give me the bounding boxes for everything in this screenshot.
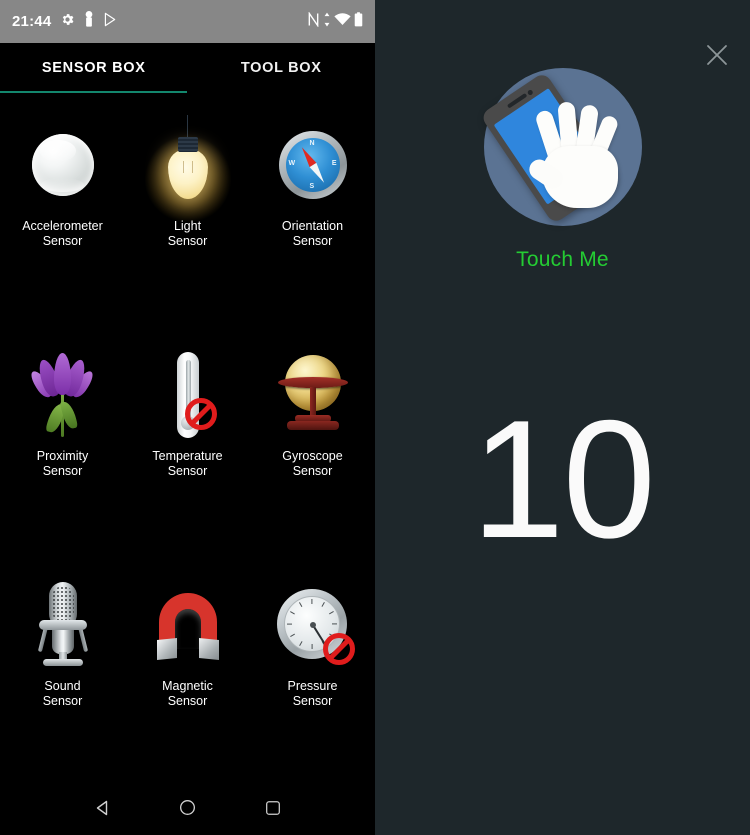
disabled-badge-icon [322, 633, 355, 665]
sensor-label-line2: Sensor [42, 693, 83, 708]
data-transfer-icon [323, 12, 331, 32]
back-icon[interactable] [80, 785, 126, 831]
sensor-label-line2: Sensor [42, 233, 83, 248]
sensor-label-line2: Sensor [167, 463, 208, 478]
sensor-item-accelerometer[interactable]: Accelerometer Sensor [0, 109, 125, 339]
sensor-label-line1: Temperature [152, 449, 223, 463]
sensor-label: Orientation Sensor [282, 219, 343, 248]
battery-icon [354, 11, 363, 32]
sensor-label: Gyroscope Sensor [282, 449, 342, 478]
tab-tool-box[interactable]: TOOL BOX [188, 43, 376, 93]
sensor-label-line2: Sensor [42, 463, 83, 478]
touch-count-value: 10 [471, 385, 656, 573]
gauge-icon [270, 579, 356, 671]
sensor-label-line1: Accelerometer [22, 219, 103, 233]
tab-sensor-box[interactable]: SENSOR BOX [0, 43, 188, 93]
sensor-row: Proximity Sensor Temperature Sensor Gyro… [0, 339, 375, 569]
sensor-label: Proximity Sensor [37, 449, 88, 478]
sensor-label-line1: Orientation [281, 219, 344, 233]
tab-active-indicator [0, 90, 187, 93]
sensor-grid: Accelerometer Sensor Light Sensor N S E … [0, 93, 375, 799]
pin-icon [84, 11, 94, 32]
sensor-label-line1: Gyroscope [282, 449, 343, 463]
sensor-label-line2: Sensor [167, 693, 208, 708]
magnet-icon [145, 579, 231, 671]
sensor-label: Magnetic Sensor [162, 679, 213, 708]
sensor-label: Sound Sensor [43, 679, 83, 708]
lightbulb-icon [143, 115, 232, 223]
sensor-item-orientation[interactable]: N S E W Orientation Sensor [250, 109, 375, 339]
phone-panel: 21:44 SENSOR BOX TOOL BOX Accelerometer … [0, 0, 375, 835]
sensor-label: Accelerometer Sensor [22, 219, 103, 248]
nfc-icon [307, 10, 320, 32]
flower-icon [20, 349, 106, 441]
sensor-row: Sound Sensor Magnetic Sensor Pressure Se… [0, 569, 375, 799]
status-bar: 21:44 [0, 0, 375, 43]
thermometer-icon [145, 349, 231, 441]
sensor-item-magnetic[interactable]: Magnetic Sensor [125, 569, 250, 799]
sensor-item-temperature[interactable]: Temperature Sensor [125, 339, 250, 569]
close-icon[interactable] [700, 38, 734, 72]
sensor-label: Light Sensor [168, 219, 208, 248]
hand-touching-phone-icon [479, 68, 642, 226]
status-bar-notification-icons [60, 11, 117, 32]
sensor-label-line1: Magnetic [162, 679, 213, 693]
tab-bar: SENSOR BOX TOOL BOX [0, 43, 375, 93]
sensor-label-line2: Sensor [292, 693, 333, 708]
sensor-row: Accelerometer Sensor Light Sensor N S E … [0, 109, 375, 339]
app-screen: 21:44 SENSOR BOX TOOL BOX Accelerometer … [0, 0, 750, 835]
sensor-item-light[interactable]: Light Sensor [125, 109, 250, 339]
status-bar-clock: 21:44 [12, 13, 52, 30]
sensor-label: Pressure Sensor [287, 679, 337, 708]
sensor-item-pressure[interactable]: Pressure Sensor [250, 569, 375, 799]
sensor-label-line2: Sensor [292, 233, 333, 248]
microphone-icon [20, 579, 106, 671]
sensor-item-sound[interactable]: Sound Sensor [0, 569, 125, 799]
sensor-label-line1: Pressure [287, 679, 338, 693]
sensor-label: Temperature Sensor [152, 449, 222, 478]
touch-me-label: Touch Me [516, 248, 609, 271]
sensor-label-line1: Proximity [36, 449, 89, 463]
sensor-item-proximity[interactable]: Proximity Sensor [0, 339, 125, 569]
sphere-icon [20, 119, 106, 211]
status-bar-system-icons [307, 10, 363, 32]
home-icon[interactable] [165, 785, 211, 831]
sensor-label-line1: Sound [44, 679, 81, 693]
disabled-badge-icon [184, 398, 217, 430]
recents-icon[interactable] [250, 785, 296, 831]
gear-icon [60, 12, 75, 32]
sensor-item-gyroscope[interactable]: Gyroscope Sensor [250, 339, 375, 569]
wifi-icon [334, 12, 351, 31]
globe-icon [270, 349, 356, 441]
compass-icon: N S E W [270, 119, 356, 211]
sensor-label-line2: Sensor [292, 463, 333, 478]
play-store-icon [103, 12, 117, 32]
touch-detail-panel: Touch Me 10 [375, 0, 750, 835]
android-navigation-bar [0, 780, 375, 835]
sensor-label-line2: Sensor [167, 233, 208, 248]
